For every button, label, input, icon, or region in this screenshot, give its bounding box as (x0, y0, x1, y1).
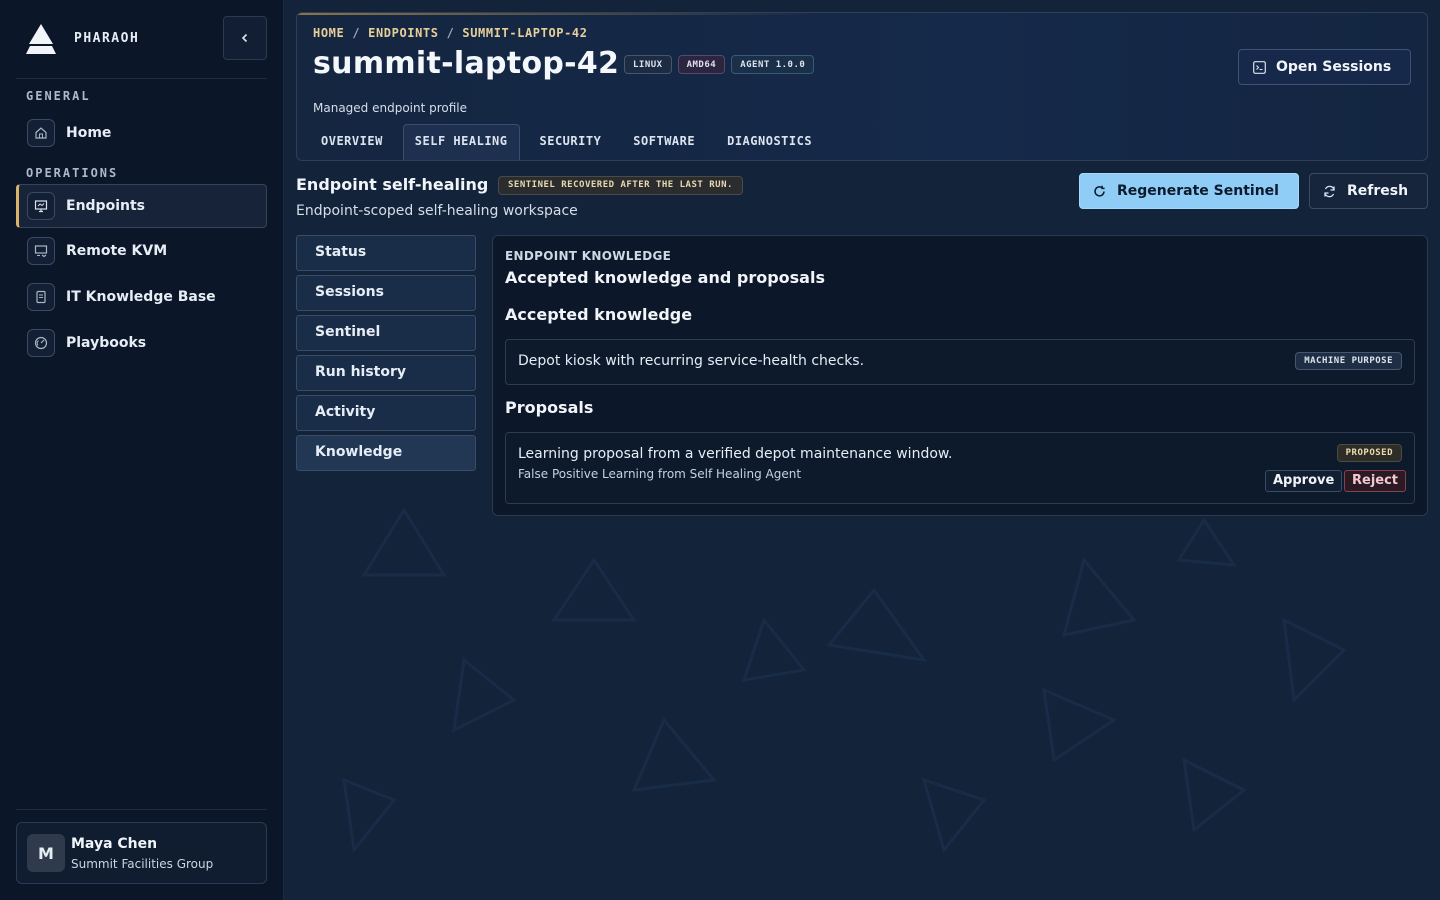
avatar: M (27, 834, 65, 872)
breadcrumb-endpoints[interactable]: ENDPOINTS (368, 26, 438, 40)
sidebar-item-endpoints[interactable]: Endpoints (16, 184, 267, 228)
open-sessions-button[interactable]: Open Sessions (1238, 49, 1411, 85)
agent-version-tag: AGENT 1.0.0 (731, 55, 815, 74)
section-title: Endpoint self-healing (296, 175, 489, 194)
tab-diagnostics[interactable]: DIAGNOSTICS (715, 124, 824, 160)
refresh-label: Refresh (1347, 183, 1409, 199)
regenerate-sentinel-button[interactable]: Regenerate Sentinel (1079, 173, 1299, 209)
page-subtitle: Managed endpoint profile (313, 101, 468, 115)
section-label-operations: OPERATIONS (26, 166, 119, 180)
knowledge-entry: Depot kiosk with recurring service-healt… (505, 339, 1415, 385)
tab-self-healing[interactable]: SELF HEALING (402, 124, 520, 160)
sidebar-item-label: Playbooks (66, 335, 147, 351)
book-icon (27, 283, 55, 311)
subnav-sentinel[interactable]: Sentinel (296, 315, 476, 351)
sidebar-item-label: Remote KVM (66, 243, 168, 259)
os-tag: LINUX (624, 55, 672, 74)
breadcrumb-home[interactable]: HOME (313, 26, 344, 40)
sidebar-item-playbooks[interactable]: Playbooks (16, 321, 267, 365)
divider (16, 809, 267, 810)
approve-button[interactable]: Approve (1265, 470, 1343, 492)
proposals-heading: Proposals (505, 398, 594, 417)
brand[interactable]: PHARAOH (24, 22, 139, 54)
pharaoh-logo-icon (26, 24, 56, 54)
endpoint-tags: LINUX AMD64 AGENT 1.0.0 (624, 55, 815, 74)
regenerate-sentinel-label: Regenerate Sentinel (1117, 183, 1279, 199)
monitor-icon (27, 192, 55, 220)
tab-software[interactable]: SOFTWARE (621, 124, 707, 160)
sidebar: PHARAOH GENERAL Home OPERATIONS Endpoint… (0, 0, 284, 900)
divider (16, 78, 267, 79)
endpoint-tabs: OVERVIEW SELF HEALING SECURITY SOFTWARE … (309, 124, 832, 160)
accepted-knowledge-heading: Accepted knowledge (505, 305, 693, 324)
home-icon (27, 119, 55, 147)
panel-eyebrow: ENDPOINT KNOWLEDGE (505, 249, 672, 263)
section-label-general: GENERAL (26, 89, 91, 103)
proposal-entry: Learning proposal from a verified depot … (505, 432, 1415, 504)
collapse-sidebar-button[interactable] (223, 16, 267, 60)
subnav-run-history[interactable]: Run history (296, 355, 476, 391)
breadcrumb: HOME / ENDPOINTS / SUMMIT-LAPTOP-42 (313, 26, 588, 40)
subnav-sessions[interactable]: Sessions (296, 275, 476, 311)
tab-overview[interactable]: OVERVIEW (309, 124, 395, 160)
reject-button[interactable]: Reject (1344, 470, 1407, 492)
gauge-icon (27, 329, 55, 357)
knowledge-category-badge: MACHINE PURPOSE (1295, 352, 1402, 370)
proposal-text: Learning proposal from a verified depot … (518, 446, 953, 462)
refresh-icon (1324, 185, 1335, 197)
page-title: summit-laptop-42 (313, 46, 620, 81)
sidebar-item-it-knowledge-base[interactable]: IT Knowledge Base (16, 275, 267, 319)
brand-name: PHARAOH (74, 30, 140, 46)
proposal-source: False Positive Learning from Self Healin… (518, 467, 802, 481)
user-name: Maya Chen (71, 835, 158, 852)
proposal-status-badge: PROPOSED (1336, 444, 1402, 462)
breadcrumb-current: SUMMIT-LAPTOP-42 (462, 26, 588, 40)
subnav-knowledge[interactable]: Knowledge (296, 435, 476, 471)
subnav-status[interactable]: Status (296, 235, 476, 271)
breadcrumb-separator: / (352, 26, 361, 40)
chevron-left-icon (241, 33, 248, 43)
sidebar-item-label: Home (66, 125, 112, 141)
user-card[interactable]: M Maya Chen Summit Facilities Group (16, 822, 267, 884)
subnav-activity[interactable]: Activity (296, 395, 476, 431)
sidebar-item-label: Endpoints (66, 198, 145, 214)
status-badge: SENTINEL RECOVERED AFTER THE LAST RUN. (498, 176, 743, 195)
sidebar-item-home[interactable]: Home (16, 111, 267, 155)
refresh-icon (1094, 185, 1105, 197)
user-org: Summit Facilities Group (71, 856, 214, 871)
panel-title: Accepted knowledge and proposals (505, 268, 825, 287)
refresh-button[interactable]: Refresh (1309, 173, 1428, 209)
arch-tag: AMD64 (677, 55, 726, 74)
sidebar-item-remote-kvm[interactable]: Remote KVM (16, 229, 267, 273)
open-sessions-label: Open Sessions (1276, 59, 1392, 75)
sidebar-item-label: IT Knowledge Base (66, 289, 216, 305)
tab-security[interactable]: SECURITY (528, 124, 614, 160)
terminal-icon (1253, 60, 1266, 74)
knowledge-panel: ENDPOINT KNOWLEDGE Accepted knowledge an… (492, 235, 1428, 516)
endpoint-header: HOME / ENDPOINTS / SUMMIT-LAPTOP-42 summ… (296, 12, 1428, 161)
knowledge-entry-text: Depot kiosk with recurring service-healt… (518, 353, 865, 369)
breadcrumb-separator: / (446, 26, 455, 40)
remote-screen-icon (27, 237, 55, 265)
section-subtitle: Endpoint-scoped self-healing workspace (296, 203, 578, 219)
